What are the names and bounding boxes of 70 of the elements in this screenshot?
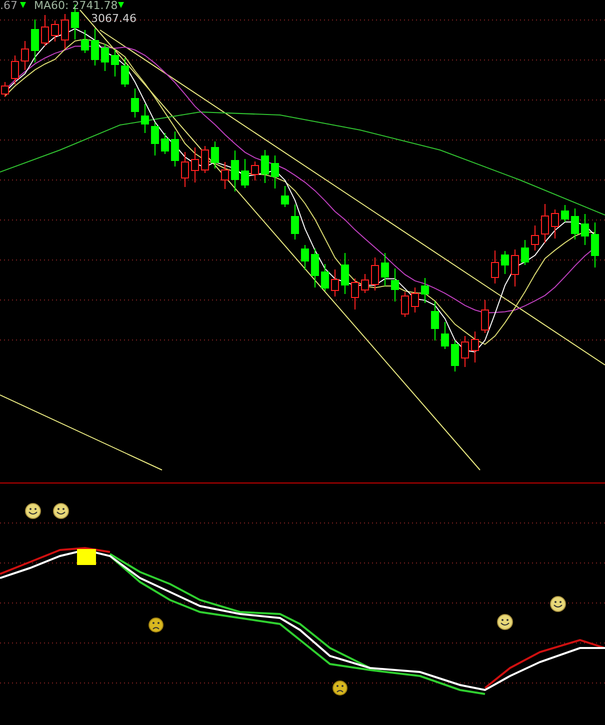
candlestick (61, 14, 69, 50)
candlestick (301, 244, 309, 270)
candlestick (561, 204, 569, 222)
frown-icon (148, 618, 164, 632)
candlestick (91, 28, 99, 66)
candlestick (241, 158, 249, 188)
candlestick (141, 104, 149, 134)
candlestick (421, 278, 429, 304)
down-arrow-icon (118, 2, 124, 8)
candlestick (341, 252, 349, 294)
candlestick (501, 250, 509, 274)
candlestick (271, 155, 279, 189)
candlestick (391, 268, 399, 302)
down-arrow-icon (20, 2, 26, 8)
candlestick (161, 132, 169, 154)
candlestick (251, 161, 259, 181)
candlestick (491, 250, 499, 284)
candlestick (181, 152, 189, 188)
candlestick (441, 322, 449, 350)
candlestick (511, 249, 519, 287)
candlestick (321, 264, 329, 292)
candlestick (531, 225, 539, 251)
candlestick (591, 222, 599, 268)
candlestick (131, 88, 139, 118)
candlestick (551, 209, 559, 239)
candlestick (411, 287, 419, 313)
ma-value-label: .67 (0, 0, 18, 12)
frown-icon (332, 680, 348, 696)
candlestick (11, 55, 19, 85)
candlestick (81, 30, 89, 54)
candlestick (381, 252, 389, 286)
candlestick (111, 49, 119, 77)
candlestick (121, 58, 129, 88)
candlestick (481, 300, 489, 334)
smiley-icon (53, 503, 69, 519)
candlestick (211, 141, 219, 169)
candlestick (151, 122, 159, 156)
candlestick (311, 248, 319, 288)
smiley-icon (550, 596, 566, 612)
candlestick (451, 340, 459, 372)
candlestick (361, 274, 369, 294)
signal-square-icon (77, 549, 96, 565)
candlestick (31, 19, 39, 63)
candlestick (461, 336, 469, 368)
smiley-icon (497, 614, 513, 630)
candlestick (101, 44, 109, 72)
price-label: 3067.46 (91, 12, 136, 25)
candlestick (371, 257, 379, 291)
candlestick (261, 150, 269, 184)
candlestick (401, 292, 409, 318)
candlestick (471, 331, 479, 363)
candlestick (51, 20, 59, 42)
candlestick (201, 146, 209, 174)
candlestick (41, 14, 49, 46)
ma60-label: MA60: 2741.78 (34, 0, 118, 12)
candlestick (571, 208, 579, 240)
candlestick (581, 214, 589, 246)
candlestick (331, 269, 339, 297)
candlestick (521, 240, 529, 266)
candlestick (221, 162, 229, 190)
candlestick (231, 150, 239, 192)
candlestick (431, 301, 439, 341)
candlestick (171, 131, 179, 167)
smiley-icon (25, 503, 41, 519)
candlestick (281, 186, 289, 208)
candlestick (351, 278, 359, 310)
candlestick (291, 204, 299, 240)
candlestick (191, 147, 199, 183)
candlestick (21, 40, 29, 70)
candlestick (541, 204, 549, 244)
